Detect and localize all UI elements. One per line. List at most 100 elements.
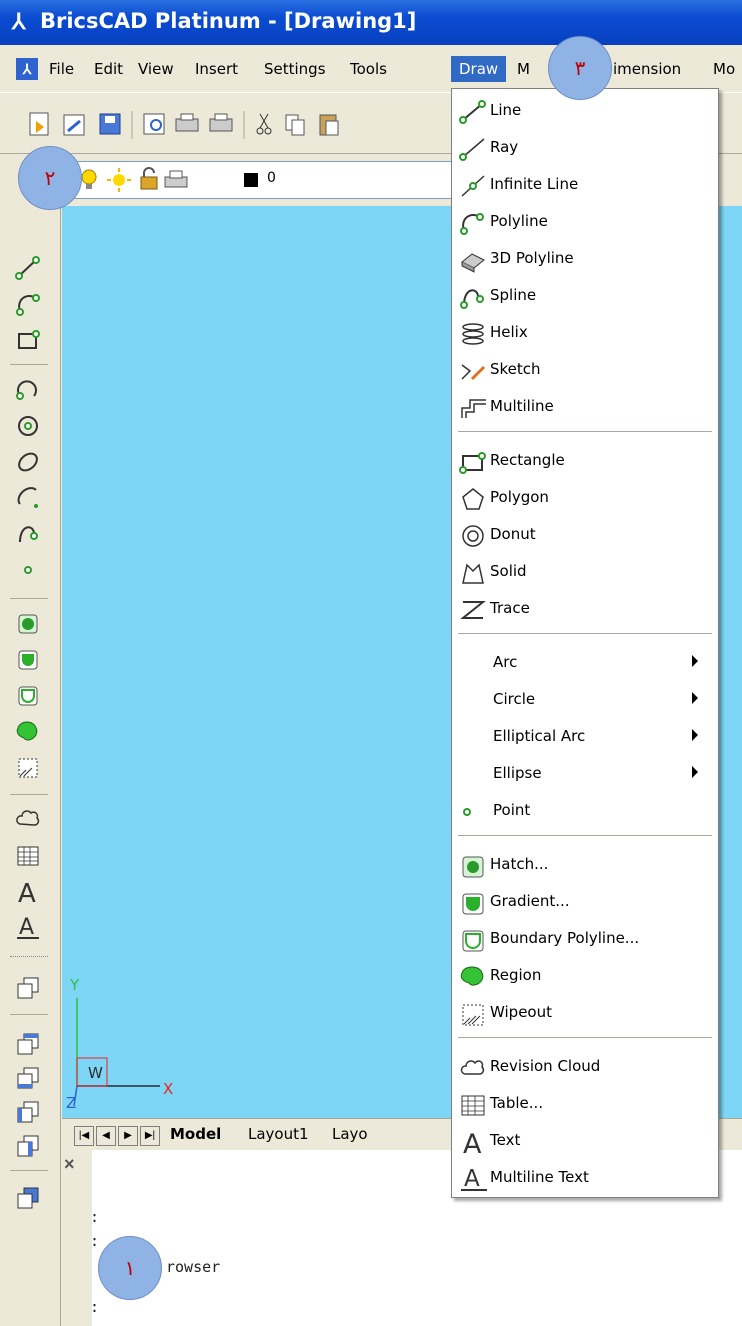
menu-modify-partial[interactable]: M	[517, 60, 530, 78]
menu-insert[interactable]: Insert	[195, 60, 238, 78]
menu-item-multiline-text[interactable]: A Multiline Text	[452, 1160, 718, 1196]
menu-item-trace[interactable]: Trace	[452, 591, 718, 627]
menu-item-region[interactable]: Region	[452, 958, 718, 994]
table-tool-icon[interactable]	[14, 842, 42, 870]
window-title: BricsCAD Platinum - [Drawing1]	[40, 9, 417, 33]
point-tool-icon[interactable]	[14, 556, 42, 584]
view-tool-icon[interactable]	[14, 974, 42, 1002]
tab-model[interactable]: Model	[170, 1125, 221, 1143]
menu-item-table[interactable]: Table...	[452, 1086, 718, 1122]
menu-item-helix[interactable]: Helix	[452, 315, 718, 351]
helix-icon	[462, 323, 484, 345]
menu-item-gradient[interactable]: Gradient...	[452, 884, 718, 920]
menu-item-text[interactable]: A Text	[452, 1123, 718, 1159]
menu-item-donut[interactable]: Donut	[452, 517, 718, 553]
boundary-tool-icon[interactable]	[14, 682, 42, 710]
menu-item-sketch[interactable]: Sketch	[452, 352, 718, 388]
layer-dropdown[interactable]: 0	[70, 161, 452, 199]
cut-icon	[256, 113, 272, 135]
view-iso-icon[interactable]	[14, 1184, 42, 1212]
menu-item-rectangle[interactable]: Rectangle	[452, 443, 718, 479]
menu-separator	[458, 1037, 712, 1038]
tab-next-button[interactable]: ▶	[118, 1126, 138, 1146]
menu-item-ellipse[interactable]: Ellipse	[452, 756, 718, 792]
menu-item-label: Wipeout	[490, 1003, 552, 1021]
new-file-icon	[29, 112, 49, 136]
region-tool-icon[interactable]	[14, 718, 42, 746]
menu-item-spline[interactable]: Spline	[452, 278, 718, 314]
hatch-icon	[462, 856, 484, 878]
hatch-tool-icon[interactable]	[14, 610, 42, 638]
menu-draw[interactable]: Draw	[451, 56, 507, 82]
view-front-icon[interactable]	[14, 1064, 42, 1092]
ucs-z-label: Z	[66, 1094, 76, 1112]
menu-item-multiline[interactable]: Multiline	[452, 389, 718, 425]
polyline-tool-icon[interactable]	[14, 290, 42, 318]
menu-edit[interactable]: Edit	[94, 60, 123, 78]
menu-tools[interactable]: Tools	[350, 60, 387, 78]
ellipse-tool-icon[interactable]	[14, 448, 42, 476]
tab-prev-button[interactable]: ◀	[96, 1126, 116, 1146]
circle-tool-icon[interactable]	[14, 412, 42, 440]
text-icon: A	[463, 1129, 482, 1156]
revision-cloud-tool-icon[interactable]	[14, 806, 42, 834]
menu-item-boundary-polyline[interactable]: Boundary Polyline...	[452, 921, 718, 957]
menu-item-point[interactable]: Point	[452, 793, 718, 829]
printer-icon	[164, 170, 188, 188]
svg-text:A: A	[463, 1129, 482, 1156]
menu-item-label: Circle	[493, 690, 536, 708]
view-right-icon[interactable]	[14, 1132, 42, 1160]
menu-item-label: Ellipse	[493, 764, 542, 782]
menu-settings[interactable]: Settings	[264, 60, 326, 78]
donut-icon	[462, 525, 484, 547]
menu-item-3d-polyline[interactable]: 3D Polyline	[452, 241, 718, 277]
menu-item-label: Solid	[490, 562, 527, 580]
menu-item-arc[interactable]: Arc	[452, 645, 718, 681]
rectangle-tool-icon[interactable]	[14, 326, 42, 354]
menu-view[interactable]: View	[138, 60, 174, 78]
menu-item-revision-cloud[interactable]: Revision Cloud	[452, 1049, 718, 1085]
view-top-icon[interactable]	[14, 1030, 42, 1058]
close-icon[interactable]: ×	[64, 1154, 75, 1175]
arc-tool-icon[interactable]	[14, 376, 42, 404]
app-menu-icon[interactable]: ⅄	[16, 58, 38, 80]
tab-last-button[interactable]: ▶|	[140, 1126, 160, 1146]
table-icon	[461, 1095, 485, 1116]
menu-file[interactable]: File	[49, 60, 74, 78]
menu-item-ray[interactable]: Ray	[452, 130, 718, 166]
elliptical-arc-tool-icon[interactable]	[14, 484, 42, 512]
multiline-text-tool-icon[interactable]: A	[14, 914, 42, 942]
menu-item-label: Sketch	[490, 360, 541, 378]
line-tool-icon[interactable]	[14, 254, 42, 282]
infinite-line-icon	[461, 175, 485, 197]
3d-polyline-icon	[461, 253, 485, 273]
menu-item-label: Polyline	[490, 212, 548, 230]
menu-dimension[interactable]: imension	[613, 60, 681, 78]
wipeout-tool-icon[interactable]	[14, 754, 42, 782]
gradient-tool-icon[interactable]	[14, 646, 42, 674]
menu-item-polyline[interactable]: Polyline	[452, 204, 718, 240]
spline-icon	[460, 289, 484, 309]
draw-toolbar: A A	[0, 204, 61, 1326]
menu-more[interactable]: Mo	[713, 60, 735, 78]
command-line-sidebar	[62, 1150, 92, 1326]
spline-tool-icon[interactable]	[14, 520, 42, 548]
tab-layout2[interactable]: Layo	[332, 1125, 368, 1143]
annotation-badge-2: ٢	[18, 146, 82, 210]
text-tool-icon[interactable]: A	[14, 878, 42, 906]
menu-item-polygon[interactable]: Polygon	[452, 480, 718, 516]
menu-item-hatch[interactable]: Hatch...	[452, 847, 718, 883]
menu-item-solid[interactable]: Solid	[452, 554, 718, 590]
tab-first-button[interactable]: |◀	[74, 1126, 94, 1146]
menu-item-label: 3D Polyline	[490, 249, 574, 267]
command-prompt[interactable]: :	[90, 1298, 99, 1316]
menu-item-elliptical-arc[interactable]: Elliptical Arc	[452, 719, 718, 755]
menu-item-infinite-line[interactable]: Infinite Line	[452, 167, 718, 203]
view-left-icon[interactable]	[14, 1098, 42, 1126]
standard-toolbar-icons	[29, 111, 339, 139]
menu-item-wipeout[interactable]: Wipeout	[452, 995, 718, 1031]
menu-item-label: Region	[490, 966, 542, 984]
menu-item-circle[interactable]: Circle	[452, 682, 718, 718]
ray-icon	[459, 138, 485, 161]
tab-layout1[interactable]: Layout1	[248, 1125, 309, 1143]
